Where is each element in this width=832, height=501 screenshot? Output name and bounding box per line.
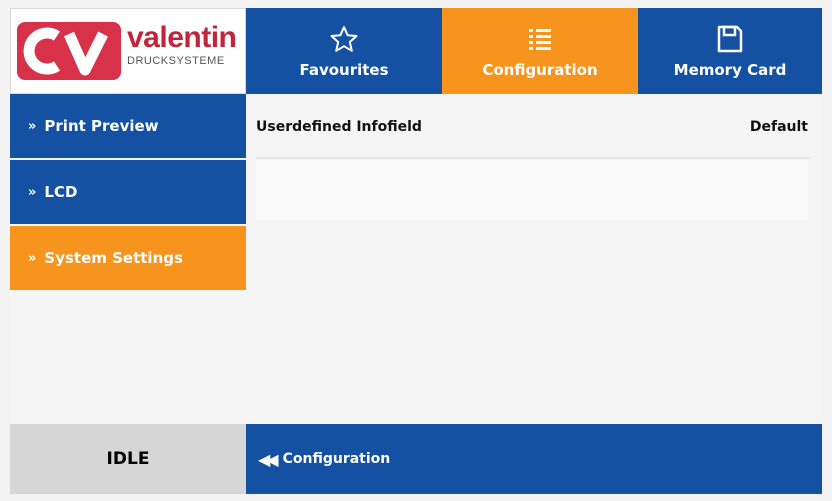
sidebar-item-label: Print Preview [44, 117, 159, 135]
footer: IDLE ◀◀ Configuration [10, 424, 822, 494]
app-frame: valentin DRUCKSYSTEME Favourites Configu… [10, 8, 822, 494]
logo-brand: valentin DRUCKSYSTEME [127, 21, 237, 68]
setting-row-userdefined-infofield[interactable]: Userdefined Infofield Default [246, 94, 822, 160]
logo: valentin DRUCKSYSTEME [10, 8, 246, 94]
star-icon [329, 23, 359, 55]
header: valentin DRUCKSYSTEME Favourites Configu… [10, 8, 822, 94]
setting-label: Userdefined Infofield [256, 119, 422, 135]
sidebar-item-label: System Settings [44, 249, 183, 267]
empty-row [256, 160, 808, 220]
tab-configuration-label: Configuration [482, 61, 598, 79]
sidebar-item-label: LCD [44, 183, 78, 201]
row-divider [256, 157, 810, 159]
back-button-label: Configuration [282, 451, 391, 467]
tab-favourites[interactable]: Favourites [246, 8, 442, 94]
tab-configuration[interactable]: Configuration [442, 8, 638, 94]
tab-memory-card-label: Memory Card [673, 61, 787, 79]
double-chevron-right-icon: » [28, 184, 37, 200]
sidebar-item-print-preview[interactable]: » Print Preview [10, 94, 246, 158]
sidebar-item-lcd[interactable]: » LCD [10, 160, 246, 224]
tab-favourites-label: Favourites [299, 61, 389, 79]
logo-mark [17, 22, 121, 80]
back-button[interactable]: ◀◀ Configuration [246, 424, 822, 494]
floppy-disk-icon [716, 23, 744, 55]
double-chevron-right-icon: » [28, 118, 37, 134]
sidebar-item-system-settings[interactable]: » System Settings [10, 226, 246, 290]
settings-panel: Userdefined Infofield Default [246, 94, 822, 424]
double-chevron-right-icon: » [28, 250, 37, 266]
logo-subtitle: DRUCKSYSTEME [127, 55, 225, 67]
list-icon [526, 23, 554, 55]
status-indicator: IDLE [10, 424, 246, 494]
logo-name: valentin [127, 21, 237, 54]
tab-memory-card[interactable]: Memory Card [638, 8, 822, 94]
sidebar: » Print Preview » LCD » System Settings [10, 94, 246, 424]
setting-value: Default [749, 119, 808, 135]
double-chevron-left-icon: ◀◀ [258, 449, 279, 469]
